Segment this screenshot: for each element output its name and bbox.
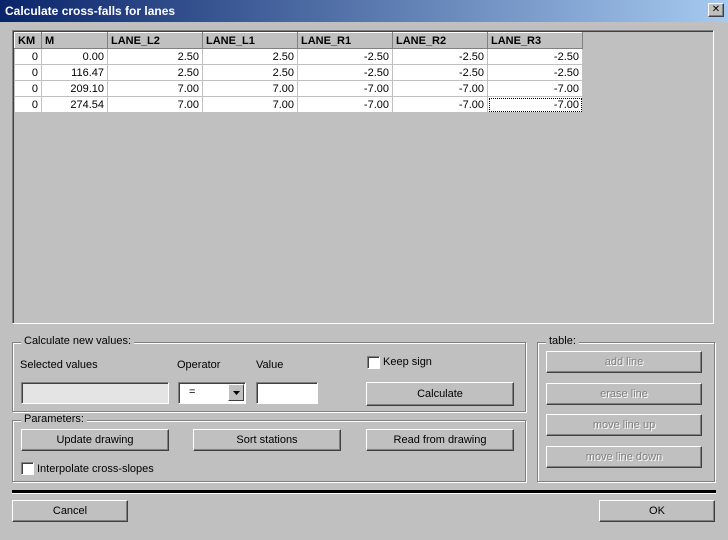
cell-lane-r2[interactable]: -7.00 xyxy=(392,80,488,97)
add-line-button[interactable]: add line xyxy=(546,351,702,373)
update-drawing-button[interactable]: Update drawing xyxy=(21,429,169,451)
close-icon[interactable]: ✕ xyxy=(708,3,724,17)
cell-lane-l2[interactable]: 2.50 xyxy=(107,48,203,65)
operator-label: Operator xyxy=(177,359,221,371)
separator-line xyxy=(12,490,716,494)
cell-lane-r1[interactable]: -7.00 xyxy=(297,96,393,113)
table-row[interactable]: 0 274.54 7.00 7.00 -7.00 -7.00 -7.00 xyxy=(14,96,583,113)
cell-lane-l2[interactable]: 7.00 xyxy=(107,80,203,97)
cell-lane-l1[interactable]: 7.00 xyxy=(202,80,298,97)
interpolate-label: Interpolate cross-slopes xyxy=(37,463,154,475)
calculate-group-label: Calculate new values: xyxy=(21,335,135,347)
cell-m[interactable]: 274.54 xyxy=(41,96,108,113)
read-from-drawing-button[interactable]: Read from drawing xyxy=(366,429,514,451)
cell-km[interactable]: 0 xyxy=(14,48,42,65)
chevron-down-icon[interactable] xyxy=(228,384,244,401)
cell-lane-r2[interactable]: -2.50 xyxy=(392,48,488,65)
column-header-lane-l2[interactable]: LANE_L2 xyxy=(107,32,203,49)
keep-sign-label: Keep sign xyxy=(383,356,432,368)
cell-lane-l1[interactable]: 7.00 xyxy=(202,96,298,113)
operator-select[interactable]: = xyxy=(178,382,246,404)
cell-km[interactable]: 0 xyxy=(14,96,42,113)
window-title: Calculate cross-falls for lanes xyxy=(5,4,176,18)
cell-lane-r1[interactable]: -2.50 xyxy=(297,64,393,81)
cell-lane-r3[interactable]: -2.50 xyxy=(487,64,583,81)
cell-lane-r2[interactable]: -2.50 xyxy=(392,64,488,81)
move-line-up-button[interactable]: move line up xyxy=(546,414,702,436)
grid-header-row: KM M LANE_L2 LANE_L1 LANE_R1 LANE_R2 LAN… xyxy=(14,32,583,49)
calculate-button[interactable]: Calculate xyxy=(366,382,514,406)
interpolate-checkbox[interactable] xyxy=(21,462,34,475)
cell-lane-r3[interactable]: -7.00 xyxy=(487,80,583,97)
keep-sign-checkbox[interactable] xyxy=(367,356,380,369)
cell-lane-l2[interactable]: 7.00 xyxy=(107,96,203,113)
title-bar[interactable]: Calculate cross-falls for lanes xyxy=(0,0,728,22)
cell-km[interactable]: 0 xyxy=(14,64,42,81)
selected-values-field[interactable] xyxy=(21,382,169,404)
cancel-button[interactable]: Cancel xyxy=(12,500,128,522)
cross-fall-grid[interactable]: KM M LANE_L2 LANE_L1 LANE_R1 LANE_R2 LAN… xyxy=(12,30,714,324)
cell-lane-l1[interactable]: 2.50 xyxy=(202,64,298,81)
cell-lane-r1[interactable]: -7.00 xyxy=(297,80,393,97)
sort-stations-button[interactable]: Sort stations xyxy=(193,429,341,451)
parameters-group-label: Parameters: xyxy=(21,413,87,425)
dropdown-arrow-glyph xyxy=(232,390,240,395)
cell-m[interactable]: 116.47 xyxy=(41,64,108,81)
value-label: Value xyxy=(256,359,284,371)
selected-values-label: Selected values xyxy=(20,359,98,371)
ok-button[interactable]: OK xyxy=(599,500,715,522)
cell-lane-l2[interactable]: 2.50 xyxy=(107,64,203,81)
column-header-lane-r3[interactable]: LANE_R3 xyxy=(487,32,583,49)
erase-line-button[interactable]: erase line xyxy=(546,383,702,405)
cell-lane-l1[interactable]: 2.50 xyxy=(202,48,298,65)
column-header-lane-l1[interactable]: LANE_L1 xyxy=(202,32,298,49)
table-row[interactable]: 0 116.47 2.50 2.50 -2.50 -2.50 -2.50 xyxy=(14,64,583,81)
column-header-m[interactable]: M xyxy=(41,32,108,49)
move-line-down-button[interactable]: move line down xyxy=(546,446,702,468)
cell-km[interactable]: 0 xyxy=(14,80,42,97)
table-group-label: table: xyxy=(546,335,579,347)
table-row[interactable]: 0 209.10 7.00 7.00 -7.00 -7.00 -7.00 xyxy=(14,80,583,97)
grid-table: KM M LANE_L2 LANE_L1 LANE_R1 LANE_R2 LAN… xyxy=(14,32,583,113)
column-header-km[interactable]: KM xyxy=(14,32,42,49)
value-input[interactable] xyxy=(256,382,318,404)
operator-selected-value: = xyxy=(189,386,196,398)
cell-lane-r1[interactable]: -2.50 xyxy=(297,48,393,65)
column-header-lane-r1[interactable]: LANE_R1 xyxy=(297,32,393,49)
cell-m[interactable]: 0.00 xyxy=(41,48,108,65)
cell-m[interactable]: 209.10 xyxy=(41,80,108,97)
column-header-lane-r2[interactable]: LANE_R2 xyxy=(392,32,488,49)
cell-lane-r2[interactable]: -7.00 xyxy=(392,96,488,113)
cell-lane-r3-focused[interactable]: -7.00 xyxy=(487,96,583,113)
table-row[interactable]: 0 0.00 2.50 2.50 -2.50 -2.50 -2.50 xyxy=(14,48,583,65)
cell-lane-r3[interactable]: -2.50 xyxy=(487,48,583,65)
